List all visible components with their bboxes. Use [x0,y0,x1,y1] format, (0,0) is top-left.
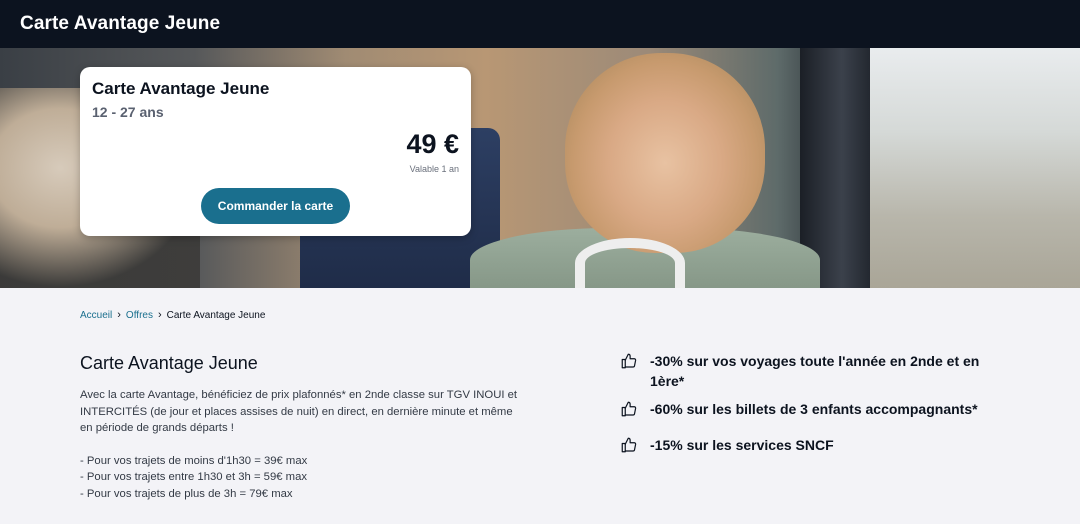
hero-image-headphones [575,238,685,288]
hero-image-person [565,53,765,253]
content-title: Carte Avantage Jeune [80,353,258,373]
thumbs-up-icon [621,353,637,369]
page-title: Carte Avantage Jeune [20,13,221,34]
benefit-item: -30% sur vos voyages toute l'année en 2n… [620,351,1020,399]
offer-card-validity: Valable 1 an [409,164,459,174]
content-paragraph: Avec la carte Avantage, bénéficiez de pr… [80,389,518,434]
top-bar: Carte Avantage Jeune [0,0,1080,48]
content-spacer [80,437,520,453]
benefit-text: -30% sur vos voyages toute l'année en 2n… [650,353,980,389]
price-line: - Pour vos trajets entre 1h30 et 3h = 59… [80,471,308,483]
thumbs-up-icon [621,437,637,453]
offer-card-price: 49 € [406,129,459,159]
benefit-item: -15% sur les services SNCF [620,435,1020,455]
thumbs-up-icon [621,401,637,417]
breadcrumb: Accueil › Offres › Carte Avantage Jeune [80,309,265,321]
breadcrumb-link-offres[interactable]: Offres [126,310,153,321]
hero-image-window [862,48,1080,288]
benefit-text: -60% sur les billets de 3 enfants accomp… [650,401,978,417]
breadcrumb-separator: › [157,309,162,321]
order-card-button[interactable]: Commander la carte [201,188,350,224]
content-description: Avec la carte Avantage, bénéficiez de pr… [80,387,520,502]
breadcrumb-separator: › [117,309,121,321]
benefit-item: -60% sur les billets de 3 enfants accomp… [620,399,1020,435]
price-line: - Pour vos trajets de moins d'1h30 = 39€… [80,454,308,467]
price-line: - Pour vos trajets de plus de 3h = 79€ m… [80,487,293,500]
offer-card: Carte Avantage Jeune 12 - 27 ans 49 € Va… [80,67,471,236]
benefit-text: -15% sur les services SNCF [650,437,834,453]
breadcrumb-link-accueil[interactable]: Accueil [80,310,112,321]
offer-card-title: Carte Avantage Jeune [92,79,270,98]
breadcrumb-current: Carte Avantage Jeune [166,309,266,321]
offer-card-age-range: 12 - 27 ans [92,104,164,120]
benefits-list: -30% sur vos voyages toute l'année en 2n… [620,351,1020,455]
